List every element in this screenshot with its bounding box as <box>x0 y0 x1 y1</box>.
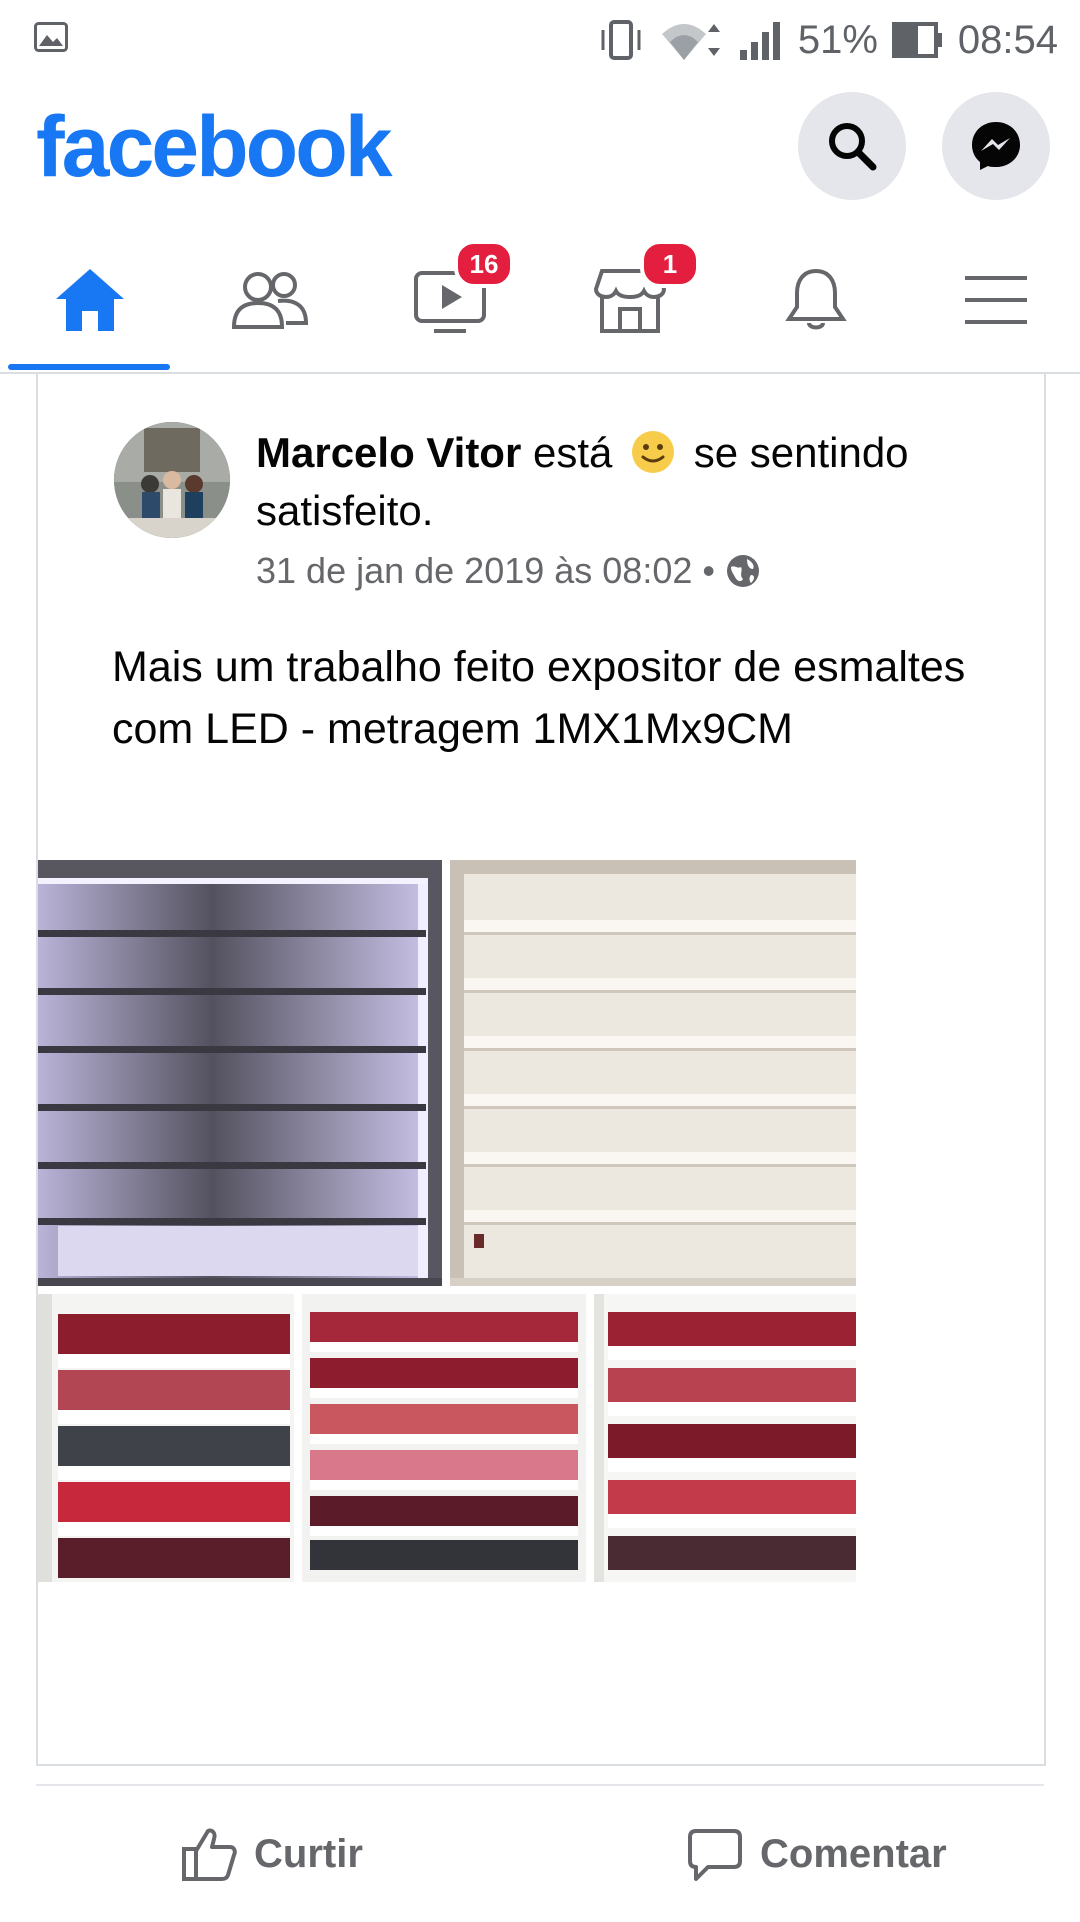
messenger-button[interactable] <box>942 92 1050 200</box>
wifi-icon <box>658 18 724 62</box>
post-card: Marcelo Vitor está se sentindo satisfeit… <box>36 374 1046 1766</box>
tab-friends[interactable] <box>200 250 340 350</box>
status-bar: 51% 08:54 <box>0 0 1080 80</box>
comment-label: Comentar <box>760 1831 947 1876</box>
like-button[interactable]: Curtir <box>180 1816 363 1892</box>
search-icon <box>829 123 877 171</box>
photo-white-shelf[interactable] <box>450 860 856 1286</box>
signal-icon <box>738 18 784 62</box>
feeling-prefix: está <box>532 429 613 476</box>
photo-polish-center[interactable] <box>302 1294 586 1582</box>
friends-icon <box>231 272 309 329</box>
bell-icon <box>785 268 847 330</box>
menu-icon <box>965 276 1027 324</box>
facebook-logo[interactable]: facebook <box>36 98 393 197</box>
messenger-icon <box>972 122 1020 170</box>
photo-grid <box>38 860 1044 1756</box>
active-tab-indicator <box>8 364 170 370</box>
tab-home[interactable] <box>20 250 160 350</box>
clock: 08:54 <box>957 17 1058 62</box>
post-timestamp[interactable]: 31 de jan de 2019 às 08:02 <box>256 550 692 592</box>
gallery-notification-icon <box>34 22 68 57</box>
author-name[interactable]: Marcelo Vitor <box>256 429 521 476</box>
app-header: facebook <box>0 80 1080 230</box>
tab-watch[interactable]: 16 <box>380 240 520 350</box>
post-actions: Curtir Comentar <box>36 1784 1044 1922</box>
tab-menu[interactable] <box>926 250 1066 350</box>
marketplace-badge: 1 <box>640 240 700 288</box>
avatar[interactable] <box>114 422 230 538</box>
watch-badge: 16 <box>454 240 514 288</box>
battery-icon <box>891 22 944 58</box>
globe-icon <box>727 555 759 587</box>
photo-polish-right[interactable] <box>594 1294 856 1582</box>
post-meta: 31 de jan de 2019 às 08:02 • <box>256 550 761 592</box>
vibrate-icon <box>598 18 644 62</box>
battery-percent: 51% <box>797 17 878 62</box>
like-label: Curtir <box>254 1831 363 1876</box>
photo-led-shelf[interactable] <box>38 860 442 1286</box>
comment-button[interactable]: Comentar <box>686 1816 947 1892</box>
tab-marketplace[interactable]: 1 <box>560 240 700 350</box>
tab-notifications[interactable] <box>746 250 886 350</box>
post-text: Mais um trabalho feito expositor de esma… <box>112 643 966 753</box>
thumbs-up-icon <box>182 1828 237 1881</box>
search-button[interactable] <box>798 92 906 200</box>
home-icon <box>56 269 124 331</box>
smiley-icon <box>630 429 676 475</box>
meta-separator: • <box>702 550 715 591</box>
photo-polish-left[interactable] <box>38 1294 294 1582</box>
post-header: Marcelo Vitor está se sentindo satisfeit… <box>256 424 996 540</box>
tab-bar: 16 1 <box>0 230 1080 374</box>
comment-icon <box>688 1829 742 1881</box>
